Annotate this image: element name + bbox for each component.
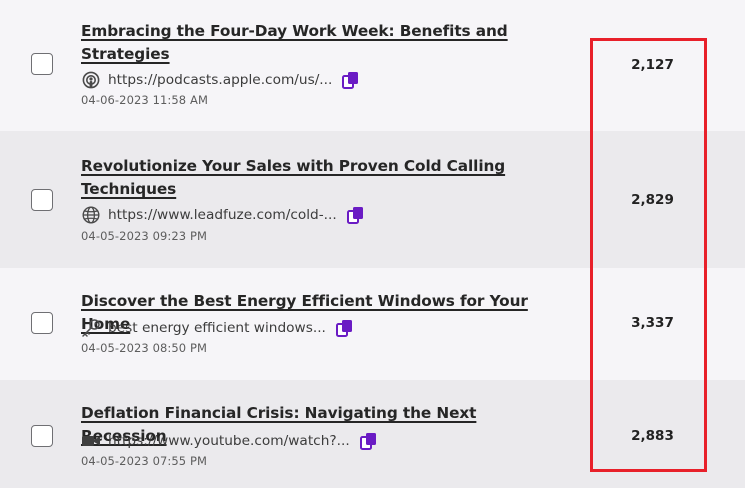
item-date: 04-05-2023 09:23 PM <box>81 229 208 243</box>
row-checkbox[interactable] <box>31 53 53 75</box>
item-count: 3,337 <box>631 315 674 331</box>
source-line: https://www.youtube.com/watch?... <box>81 431 379 451</box>
source-line: https://www.leadfuze.com/cold-... <box>81 205 366 225</box>
list-item: Deflation Financial Crisis: Navigating t… <box>0 380 745 488</box>
source-link[interactable]: https://www.leadfuze.com/cold-... <box>108 207 337 223</box>
row-checkbox[interactable] <box>31 425 53 447</box>
podcast-icon <box>81 70 101 90</box>
copy-icon[interactable] <box>359 431 379 451</box>
item-count: 2,883 <box>631 428 674 444</box>
source-link[interactable]: best energy efficient windows... <box>108 320 326 336</box>
item-title-link[interactable]: Embracing the Four-Day Work Week: Benefi… <box>81 20 521 66</box>
item-title-link[interactable]: Revolutionize Your Sales with Proven Col… <box>81 155 521 201</box>
list-item: Revolutionize Your Sales with Proven Col… <box>0 131 745 268</box>
item-date: 04-06-2023 11:58 AM <box>81 93 208 107</box>
video-camera-icon <box>81 431 101 451</box>
list-item: Discover the Best Energy Efficient Windo… <box>0 268 745 380</box>
globe-icon <box>81 205 101 225</box>
item-date: 04-05-2023 08:50 PM <box>81 341 208 355</box>
source-link[interactable]: https://podcasts.apple.com/us/... <box>108 72 332 88</box>
item-date: 04-05-2023 07:55 PM <box>81 454 208 468</box>
copy-icon[interactable] <box>346 205 366 225</box>
row-checkbox[interactable] <box>31 189 53 211</box>
copy-icon[interactable] <box>335 318 355 338</box>
item-count: 2,127 <box>631 57 674 73</box>
item-count: 2,829 <box>631 192 674 208</box>
source-line: https://podcasts.apple.com/us/... <box>81 70 361 90</box>
copy-icon[interactable] <box>341 70 361 90</box>
list-item: Embracing the Four-Day Work Week: Benefi… <box>0 0 745 131</box>
source-link[interactable]: https://www.youtube.com/watch?... <box>108 433 350 449</box>
row-checkbox[interactable] <box>31 312 53 334</box>
key-icon <box>81 318 101 338</box>
source-line: best energy efficient windows... <box>81 318 355 338</box>
